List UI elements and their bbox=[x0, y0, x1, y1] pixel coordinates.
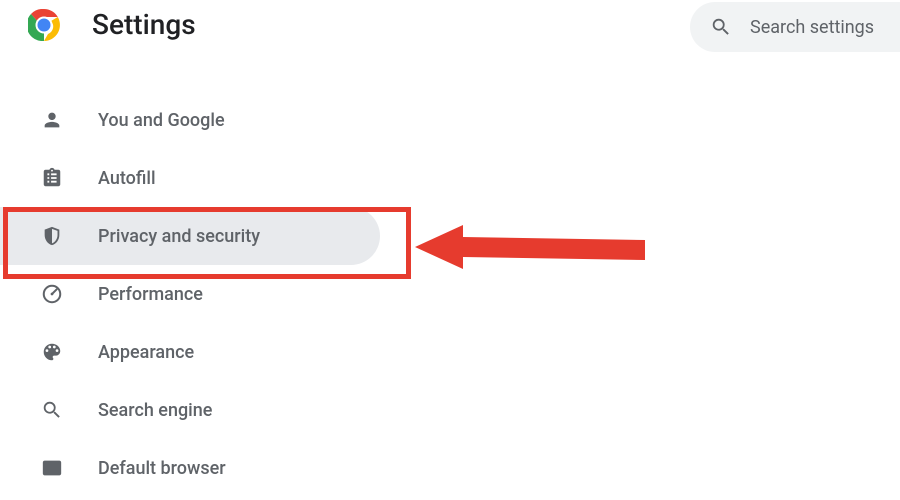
palette-icon bbox=[40, 340, 64, 364]
sidebar-item-label: Default browser bbox=[98, 458, 226, 479]
clipboard-icon bbox=[40, 166, 64, 190]
sidebar-item-performance[interactable]: Performance bbox=[0, 265, 380, 323]
shield-icon bbox=[40, 224, 64, 248]
sidebar-item-you-and-google[interactable]: You and Google bbox=[0, 91, 380, 149]
page-title: Settings bbox=[92, 8, 196, 41]
search-input[interactable] bbox=[750, 17, 880, 38]
person-icon bbox=[40, 108, 64, 132]
sidebar-item-label: You and Google bbox=[98, 110, 225, 131]
sidebar-item-appearance[interactable]: Appearance bbox=[0, 323, 380, 381]
sidebar-item-label: Appearance bbox=[98, 342, 194, 363]
sidebar-item-label: Privacy and security bbox=[98, 226, 260, 247]
chrome-logo-icon bbox=[28, 9, 60, 41]
sidebar-item-privacy-and-security[interactable]: Privacy and security bbox=[0, 207, 380, 265]
sidebar-item-label: Performance bbox=[98, 284, 203, 305]
header: Settings bbox=[0, 0, 900, 61]
sidebar-item-autofill[interactable]: Autofill bbox=[0, 149, 380, 207]
search-icon bbox=[40, 398, 64, 422]
gauge-icon bbox=[40, 282, 64, 306]
sidebar: You and Google Autofill Privacy and secu… bbox=[0, 61, 900, 497]
sidebar-item-label: Search engine bbox=[98, 400, 212, 421]
search-icon bbox=[710, 16, 732, 38]
sidebar-item-search-engine[interactable]: Search engine bbox=[0, 381, 380, 439]
sidebar-item-default-browser[interactable]: Default browser bbox=[0, 439, 380, 497]
search-box[interactable] bbox=[690, 2, 900, 52]
browser-icon bbox=[40, 456, 64, 480]
sidebar-item-label: Autofill bbox=[98, 168, 156, 189]
